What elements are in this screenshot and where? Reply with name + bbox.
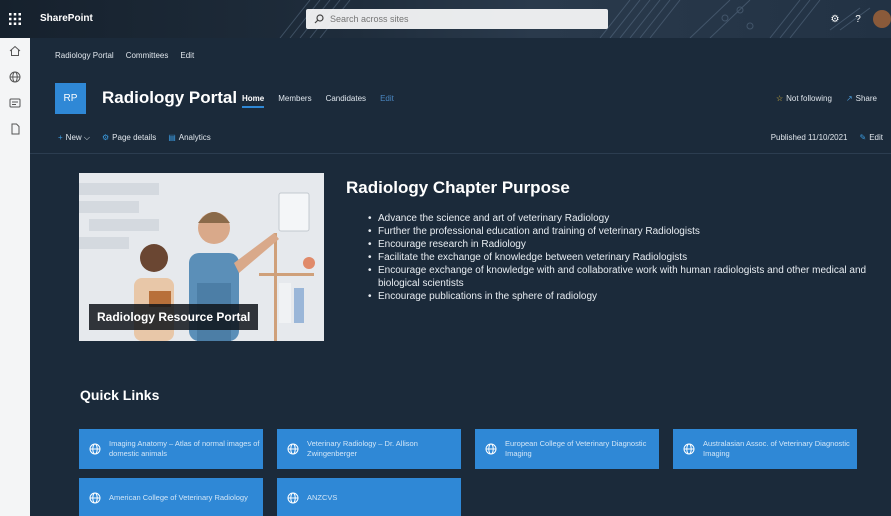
file-icon (11, 123, 20, 135)
site-logo[interactable]: RP (55, 83, 86, 114)
quick-link-label: Veterinary Radiology – Dr. Allison Zwing… (307, 439, 418, 458)
purpose-item: Encourage exchange of knowledge with and… (368, 264, 876, 290)
nav-candidates[interactable]: Candidates (326, 94, 366, 108)
search-icon (314, 14, 324, 24)
nav-home[interactable]: Home (242, 94, 265, 108)
quick-link-label: Imaging Anatomy – Atlas of normal images… (109, 439, 260, 458)
globe-icon (287, 443, 299, 455)
hero-image[interactable]: Radiology Resource Portal (79, 173, 324, 341)
purpose-item: Facilitate the exchange of knowledge bet… (368, 251, 876, 264)
follow-button[interactable]: ☆ Not following (776, 94, 832, 103)
site-actions: ☆ Not following ↗ Share (776, 94, 877, 103)
globe-icon (287, 492, 299, 504)
pencil-icon: ✎ (859, 133, 867, 142)
quick-link[interactable]: ANZCVS (277, 478, 461, 516)
help-icon[interactable]: ? (849, 10, 867, 28)
follow-label: Not following (786, 94, 832, 103)
site-title[interactable]: Radiology Portal (102, 88, 237, 108)
waffle-icon (9, 13, 21, 25)
globe-icon (89, 492, 101, 504)
quick-link-label: ANZCVS (307, 493, 338, 502)
news-icon (9, 98, 21, 108)
app-launcher[interactable] (0, 0, 30, 38)
rail-files[interactable] (0, 116, 30, 142)
edit-label: Edit (869, 133, 883, 142)
globe-icon (485, 443, 497, 455)
purpose-list: Advance the science and art of veterinar… (346, 212, 876, 303)
rail-news[interactable] (0, 90, 30, 116)
command-bar: + New ⌵ ⚙ Page details ▤ Analytics Publishe… (30, 124, 891, 154)
purpose-item: Encourage research in Radiology (368, 238, 876, 251)
plus-icon: + (58, 133, 63, 142)
share-label: Share (855, 94, 877, 103)
nav-members[interactable]: Members (278, 94, 311, 108)
analytics-icon: ▤ (168, 133, 176, 142)
quick-link-label: American College of Veterinary Radiology (109, 493, 248, 502)
nav-edit[interactable]: Edit (380, 94, 394, 108)
settings-icon[interactable]: ⚙ (826, 10, 844, 28)
analytics-button[interactable]: ▤ Analytics (168, 133, 211, 143)
purpose-item: Further the professional education and t… (368, 225, 876, 238)
gear-icon: ⚙ (102, 133, 110, 142)
rail-home[interactable] (0, 38, 30, 64)
quick-link[interactable]: Veterinary Radiology – Dr. Allison Zwing… (277, 429, 461, 469)
quick-link-label: European College of Veterinary Diagnosti… (505, 439, 647, 458)
globe-icon (89, 443, 101, 455)
published-status: Published 11/10/2021 (770, 133, 848, 142)
purpose-item: Encourage publications in the sphere of … (368, 290, 876, 303)
search-input[interactable] (330, 14, 590, 24)
star-icon: ☆ (775, 94, 784, 103)
share-button[interactable]: ↗ Share (846, 94, 877, 103)
avatar[interactable] (873, 10, 891, 28)
quick-link-label: Australasian Assoc. of Veterinary Diagno… (703, 439, 850, 458)
new-button[interactable]: + New ⌵ (58, 133, 90, 143)
sharepoint-brand[interactable]: SharePoint (40, 0, 93, 38)
quick-link[interactable]: Australasian Assoc. of Veterinary Diagno… (673, 429, 857, 469)
analytics-label: Analytics (178, 133, 211, 142)
hubnav-item-edit[interactable]: Edit (180, 51, 194, 60)
chevron-down-icon: ⌵ (83, 133, 90, 142)
quick-link[interactable]: European College of Veterinary Diagnosti… (475, 429, 659, 469)
share-icon: ↗ (845, 94, 853, 103)
suite-bar: SharePoint ⚙ ? (0, 0, 891, 38)
purpose-item: Advance the science and art of veterinar… (368, 212, 876, 225)
site-header: RP Radiology Portal Home Members Candida… (30, 72, 891, 124)
quick-links-title: Quick Links (80, 387, 160, 403)
hub-navigation: Radiology Portal Committees Edit (30, 38, 891, 72)
hubnav-item-committees[interactable]: Committees (126, 51, 169, 60)
home-icon (9, 45, 21, 56)
page-details-button[interactable]: ⚙ Page details (102, 133, 156, 143)
new-label: New (65, 133, 82, 142)
globe-icon (683, 443, 695, 455)
hubnav-item-radiology-portal[interactable]: Radiology Portal (55, 51, 114, 60)
rail-globe[interactable] (0, 64, 30, 90)
left-rail (0, 38, 30, 516)
quick-link[interactable]: Imaging Anatomy – Atlas of normal images… (79, 429, 263, 469)
quick-link[interactable]: American College of Veterinary Radiology (79, 478, 263, 516)
purpose-title: Radiology Chapter Purpose (346, 178, 570, 197)
globe-icon (9, 71, 21, 83)
page-details-label: Page details (112, 133, 157, 142)
purpose-section: Radiology Chapter Purpose Advance the sc… (346, 178, 876, 303)
hero-caption: Radiology Resource Portal (89, 304, 259, 330)
site-navigation: Home Members Candidates Edit (242, 94, 394, 108)
search-box[interactable] (306, 9, 608, 29)
edit-button[interactable]: ✎ Edit (860, 133, 884, 142)
